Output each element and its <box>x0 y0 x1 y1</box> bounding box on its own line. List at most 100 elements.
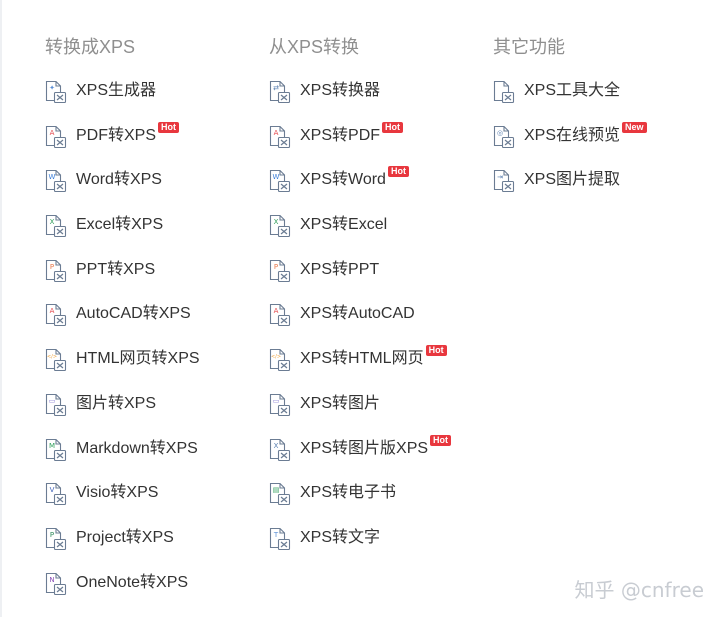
column-title: 从XPS转换 <box>269 37 360 57</box>
menu-item[interactable]: W XPS转Word Hot <box>269 166 451 214</box>
svg-text:▤: ▤ <box>273 486 280 494</box>
menu-item[interactable]: N OneNote转XPS <box>45 572 200 617</box>
menu-item[interactable]: P XPS转PPT <box>269 259 451 304</box>
menu-item-label: XPS转图片版XPS <box>300 439 429 457</box>
column-convert-from-xps: 从XPS转换 ⇄ XPS转换器 A XPS转PDF Hot W XPS转Word H… <box>269 34 452 572</box>
column-other-features: 其它功能 XPS工具大全 ◎ XPS在线预览 New ⇥ XPS图片提取 <box>493 34 647 214</box>
menu-item[interactable]: ▭ 图片转XPS <box>45 393 200 438</box>
onenote-file-icon: N <box>45 572 67 596</box>
xps-to-ppt-icon: P <box>269 259 291 283</box>
menu-item-label: XPS生成器 <box>76 82 157 99</box>
hot-badge: Hot <box>425 345 447 357</box>
svg-text:X: X <box>274 218 279 226</box>
svg-text:T: T <box>273 531 279 539</box>
autocad-file-icon: A <box>45 303 67 327</box>
menu-item-label: OneNote转XPS <box>76 573 189 591</box>
svg-text:A: A <box>50 307 55 315</box>
menu-item[interactable]: X Excel转XPS <box>45 214 200 259</box>
menu-item[interactable]: </> HTML网页转XPS <box>45 348 200 393</box>
menu-item[interactable]: V Visio转XPS <box>45 482 200 527</box>
svg-text:P: P <box>50 531 54 539</box>
svg-text:▭: ▭ <box>49 397 56 405</box>
menu-item-label: XPS转Word <box>300 171 386 189</box>
menu-item-label: XPS转PDF <box>300 126 381 144</box>
svg-text:M: M <box>49 442 55 450</box>
menu-item-label: XPS转AutoCAD <box>300 305 415 323</box>
svg-text:X: X <box>50 218 55 226</box>
menu-item-label: 图片转XPS <box>76 394 157 412</box>
xps-generator-icon: ✦ <box>45 80 67 104</box>
xps-to-word-icon: W <box>269 169 291 193</box>
menu-item-label: HTML网页转XPS <box>76 350 200 368</box>
menu-item-label: XPS转文字 <box>300 528 381 546</box>
menu-item-label: PDF转XPS <box>76 126 157 144</box>
hot-badge: Hot <box>382 121 404 133</box>
menu-item[interactable]: T XPS转文字 <box>269 527 451 572</box>
svg-text:A: A <box>50 129 55 137</box>
xps-preview-icon: ◎ <box>493 125 515 149</box>
svg-text:</>: </> <box>47 354 57 360</box>
menu-item[interactable]: A XPS转PDF Hot <box>269 121 451 170</box>
menu-item[interactable]: A PDF转XPS Hot <box>45 121 200 170</box>
menu-item-label: Visio转XPS <box>76 484 159 502</box>
ppt-file-icon: P <box>45 259 67 283</box>
xps-to-pdf-icon: A <box>269 125 291 149</box>
watermark: 知乎 @cnfree <box>574 578 704 602</box>
menu-item-label: PPT转XPS <box>76 260 156 278</box>
xps-to-image-xps-icon: X <box>269 438 291 462</box>
menu-item-label: XPS转换器 <box>300 82 381 99</box>
xps-to-text-icon: T <box>269 527 291 551</box>
menu-item[interactable]: ⇥ XPS图片提取 <box>493 169 647 214</box>
menu-item[interactable]: P PPT转XPS <box>45 259 200 304</box>
svg-text:W: W <box>273 173 280 181</box>
hot-badge: Hot <box>430 434 452 446</box>
svg-text:V: V <box>50 486 55 494</box>
column-title: 转换成XPS <box>45 37 136 57</box>
xps-toolbox-icon <box>493 80 515 104</box>
menu-item-label: XPS工具大全 <box>524 82 621 99</box>
menu-item-label: XPS在线预览 <box>524 126 621 144</box>
menu-item[interactable]: X XPS转图片版XPS Hot <box>269 434 452 483</box>
menu-item[interactable]: A XPS转AutoCAD <box>269 303 451 348</box>
menu-item[interactable]: XPS工具大全 <box>493 80 647 125</box>
xps-to-autocad-icon: A <box>269 303 291 327</box>
image-file-icon: ▭ <box>45 393 67 417</box>
menu-item-label: Markdown转XPS <box>76 439 198 457</box>
menu-item-label: XPS转PPT <box>300 260 380 278</box>
menu-item-label: Word转XPS <box>76 171 162 189</box>
xps-to-ebook-icon: ▤ <box>269 482 291 506</box>
menu-item-label: XPS转HTML网页 <box>300 350 424 368</box>
menu-item[interactable]: A AutoCAD转XPS <box>45 303 200 348</box>
menu-item[interactable]: M Markdown转XPS <box>45 438 200 483</box>
menu-item[interactable]: ⇄ XPS转换器 <box>269 80 451 125</box>
new-badge: New <box>622 121 647 133</box>
svg-text:</>: </> <box>271 354 281 360</box>
svg-text:A: A <box>274 307 279 315</box>
menu-item[interactable]: ▭ XPS转图片 <box>269 393 451 438</box>
menu-item[interactable]: </> XPS转HTML网页 Hot <box>269 345 451 393</box>
word-file-icon: W <box>45 169 67 193</box>
left-edge-divider <box>0 0 2 617</box>
pdf-file-icon: A <box>45 125 67 149</box>
html-file-icon: </> <box>45 348 67 372</box>
menu-item-label: XPS图片提取 <box>524 171 621 189</box>
markdown-file-icon: M <box>45 438 67 462</box>
menu-item-label: AutoCAD转XPS <box>76 305 191 323</box>
svg-text:A: A <box>274 129 279 137</box>
svg-text:⇄: ⇄ <box>273 84 279 92</box>
menu-item[interactable]: P Project转XPS <box>45 527 200 572</box>
svg-text:✦: ✦ <box>49 84 55 92</box>
visio-file-icon: V <box>45 482 67 506</box>
column-convert-to-xps: 转换成XPS ✦ XPS生成器 A PDF转XPS Hot W Word转XPS … <box>45 34 200 616</box>
svg-text:W: W <box>49 173 56 181</box>
menu-item[interactable]: X XPS转Excel <box>269 214 451 259</box>
svg-text:◎: ◎ <box>497 129 503 137</box>
menu-item[interactable]: ◎ XPS在线预览 New <box>493 121 647 170</box>
menu-item[interactable]: ▤ XPS转电子书 <box>269 482 451 527</box>
xps-to-image-icon: ▭ <box>269 393 291 417</box>
menu-item-label: XPS转图片 <box>300 394 381 412</box>
menu-item[interactable]: ✦ XPS生成器 <box>45 80 200 125</box>
menu-item[interactable]: W Word转XPS <box>45 169 200 214</box>
hot-badge: Hot <box>158 121 180 133</box>
hot-badge: Hot <box>387 166 409 178</box>
